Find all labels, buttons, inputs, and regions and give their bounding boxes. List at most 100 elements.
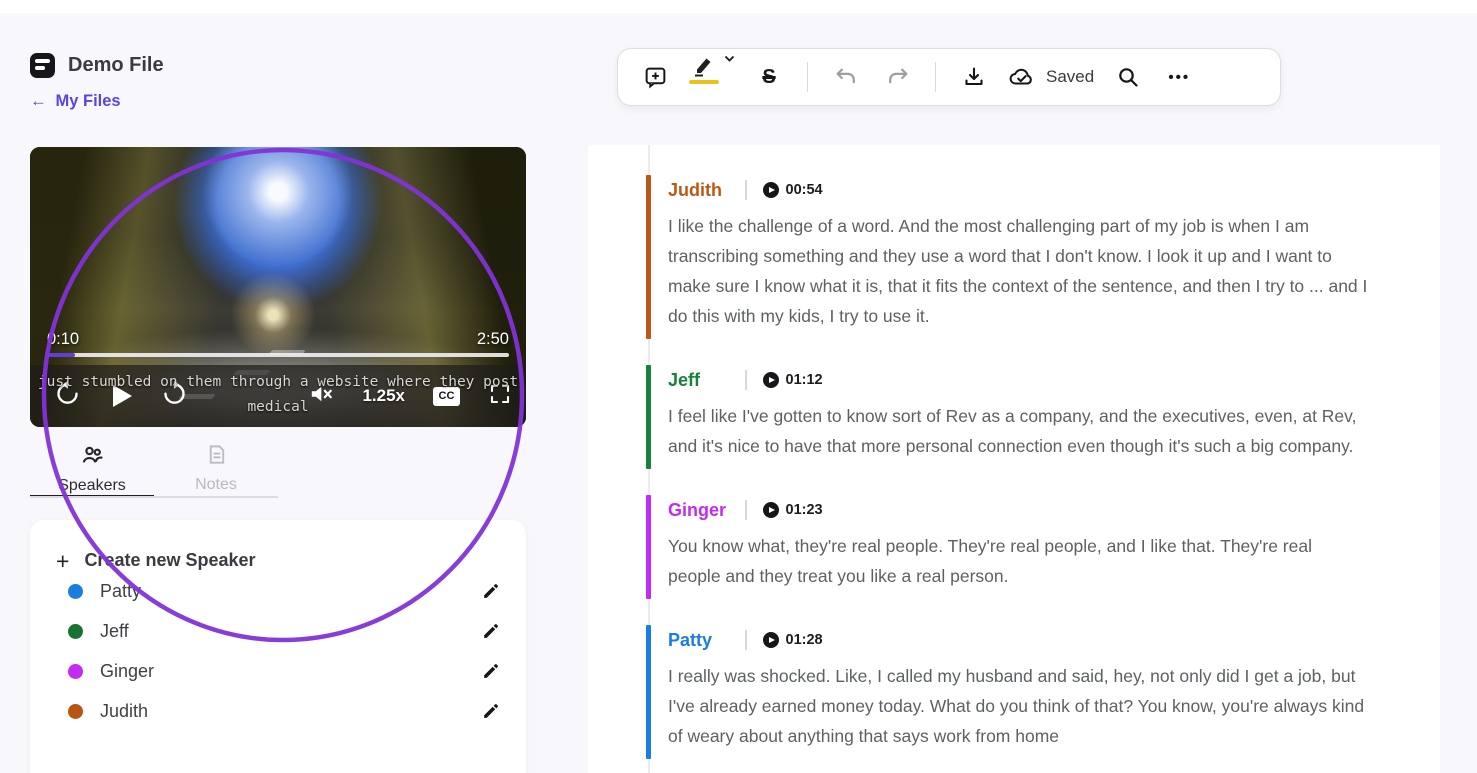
page-title: Demo File	[68, 54, 164, 77]
rewind-button[interactable]	[54, 380, 81, 412]
duration: 2:50	[477, 330, 509, 349]
play-timestamp-icon	[763, 632, 779, 648]
create-speaker-label: Create new Speaker	[84, 550, 255, 571]
captions-icon: CC	[433, 387, 460, 406]
insert-comment-button[interactable]	[638, 55, 672, 99]
back-to-my-files-link[interactable]: ← My Files	[30, 92, 121, 111]
document-icon	[30, 53, 55, 78]
tab-speakers[interactable]: Speakers	[30, 440, 154, 498]
timestamp-button[interactable]: 00:54	[763, 182, 823, 198]
create-speaker-button[interactable]: + Create new Speaker	[56, 550, 500, 571]
entry-speaker-name[interactable]: Judith	[668, 180, 745, 201]
highlight-button[interactable]	[689, 55, 735, 99]
transcript-entry-judith: Judith 00:54 I like the challenge of a w…	[588, 179, 1440, 331]
download-icon	[962, 65, 986, 89]
fullscreen-button[interactable]	[488, 382, 512, 411]
speakers-panel: + Create new Speaker Patty Jeff Ginger	[30, 520, 526, 773]
rewind-icon	[54, 380, 81, 412]
play-timestamp-icon	[763, 372, 779, 388]
tab-speakers-label: Speakers	[58, 477, 126, 495]
file-header: Demo File	[30, 53, 164, 78]
search-button[interactable]	[1111, 55, 1145, 99]
more-options-icon: •••	[1168, 69, 1190, 86]
transcript-entry-patty: Patty 01:28 I really was shocked. Like, …	[588, 629, 1440, 751]
edit-speaker-button[interactable]	[481, 702, 500, 721]
speaker-name: Ginger	[100, 661, 154, 682]
speaker-row-jeff[interactable]: Jeff	[56, 611, 500, 651]
head-divider	[745, 500, 747, 520]
sidebar-tabs: Speakers Notes	[30, 440, 278, 498]
speaker-row-patty[interactable]: Patty	[56, 571, 500, 611]
speaker-row-judith[interactable]: Judith	[56, 691, 500, 731]
speaker-name: Judith	[100, 701, 148, 722]
speaker-color-bar	[646, 495, 651, 599]
entry-speaker-name[interactable]: Patty	[668, 630, 745, 651]
saved-label: Saved	[1046, 67, 1094, 87]
entry-text[interactable]: You know what, they're real people. They…	[668, 531, 1368, 591]
seek-bar[interactable]	[47, 353, 509, 357]
speaker-color-dot	[68, 584, 83, 599]
editor-toolbar: S	[617, 48, 1281, 106]
save-status: Saved	[1008, 55, 1094, 99]
play-icon	[113, 385, 132, 407]
play-button[interactable]	[110, 385, 132, 407]
back-arrow-icon: ←	[30, 92, 47, 111]
entry-text[interactable]: I really was shocked. Like, I called my …	[668, 661, 1368, 751]
tab-notes[interactable]: Notes	[154, 440, 278, 498]
undo-button[interactable]	[829, 55, 863, 99]
timestamp-button[interactable]: 01:28	[763, 632, 823, 648]
entry-text[interactable]: I like the challenge of a word. And the …	[668, 211, 1368, 331]
entry-timestamp: 01:23	[786, 502, 823, 518]
entry-timestamp: 01:12	[786, 372, 823, 388]
forward-icon	[161, 380, 188, 412]
insert-comment-icon	[643, 65, 668, 90]
strikethrough-icon: S	[762, 66, 775, 89]
toolbar-divider	[807, 62, 808, 92]
download-button[interactable]	[957, 55, 991, 99]
speakers-icon	[80, 443, 105, 472]
notes-icon	[205, 443, 228, 471]
cloud-check-icon	[1008, 65, 1036, 89]
edit-speaker-button[interactable]	[481, 662, 500, 681]
transcript-editor-app: Demo File ← My Files	[0, 0, 1477, 773]
more-options-button[interactable]: •••	[1162, 55, 1196, 99]
highlighter-icon	[692, 55, 716, 77]
plus-icon: +	[56, 551, 69, 571]
video-player[interactable]: 0:10 2:50	[30, 147, 526, 427]
transcript-panel: Judith 00:54 I like the challenge of a w…	[588, 145, 1440, 773]
head-divider	[745, 180, 747, 200]
speaker-color-bar	[646, 365, 651, 469]
highlight-color-swatch	[689, 80, 719, 84]
strikethrough-button[interactable]: S	[752, 55, 786, 99]
speaker-row-ginger[interactable]: Ginger	[56, 651, 500, 691]
entry-speaker-name[interactable]: Ginger	[668, 500, 745, 521]
entry-text[interactable]: I feel like I've gotten to know sort of …	[668, 401, 1368, 461]
edit-speaker-button[interactable]	[481, 582, 500, 601]
head-divider	[745, 370, 747, 390]
current-time: 0:10	[47, 330, 79, 349]
back-link-label: My Files	[56, 92, 121, 111]
forward-button[interactable]	[161, 380, 188, 412]
captions-button[interactable]: CC	[433, 387, 460, 406]
toolbar-divider	[935, 62, 936, 92]
edit-speaker-button[interactable]	[481, 622, 500, 641]
redo-button[interactable]	[880, 55, 914, 99]
undo-icon	[834, 65, 859, 90]
tab-notes-label: Notes	[195, 476, 237, 494]
mute-button[interactable]	[308, 381, 334, 412]
redo-icon	[885, 65, 910, 90]
seek-bar-fill	[47, 353, 75, 357]
mute-icon	[308, 381, 334, 412]
play-timestamp-icon	[763, 182, 779, 198]
playback-speed-button[interactable]: 1.25x	[362, 386, 405, 406]
tabs-baseline	[30, 496, 278, 498]
entry-timestamp: 01:28	[786, 632, 823, 648]
timestamp-button[interactable]: 01:23	[763, 502, 823, 518]
player-controls: 1.25x CC	[30, 365, 526, 427]
entry-speaker-name[interactable]: Jeff	[668, 370, 745, 391]
timestamp-button[interactable]: 01:12	[763, 372, 823, 388]
entry-timestamp: 00:54	[786, 182, 823, 198]
fullscreen-icon	[488, 382, 512, 411]
speaker-color-dot	[68, 704, 83, 719]
speaker-color-dot	[68, 664, 83, 679]
